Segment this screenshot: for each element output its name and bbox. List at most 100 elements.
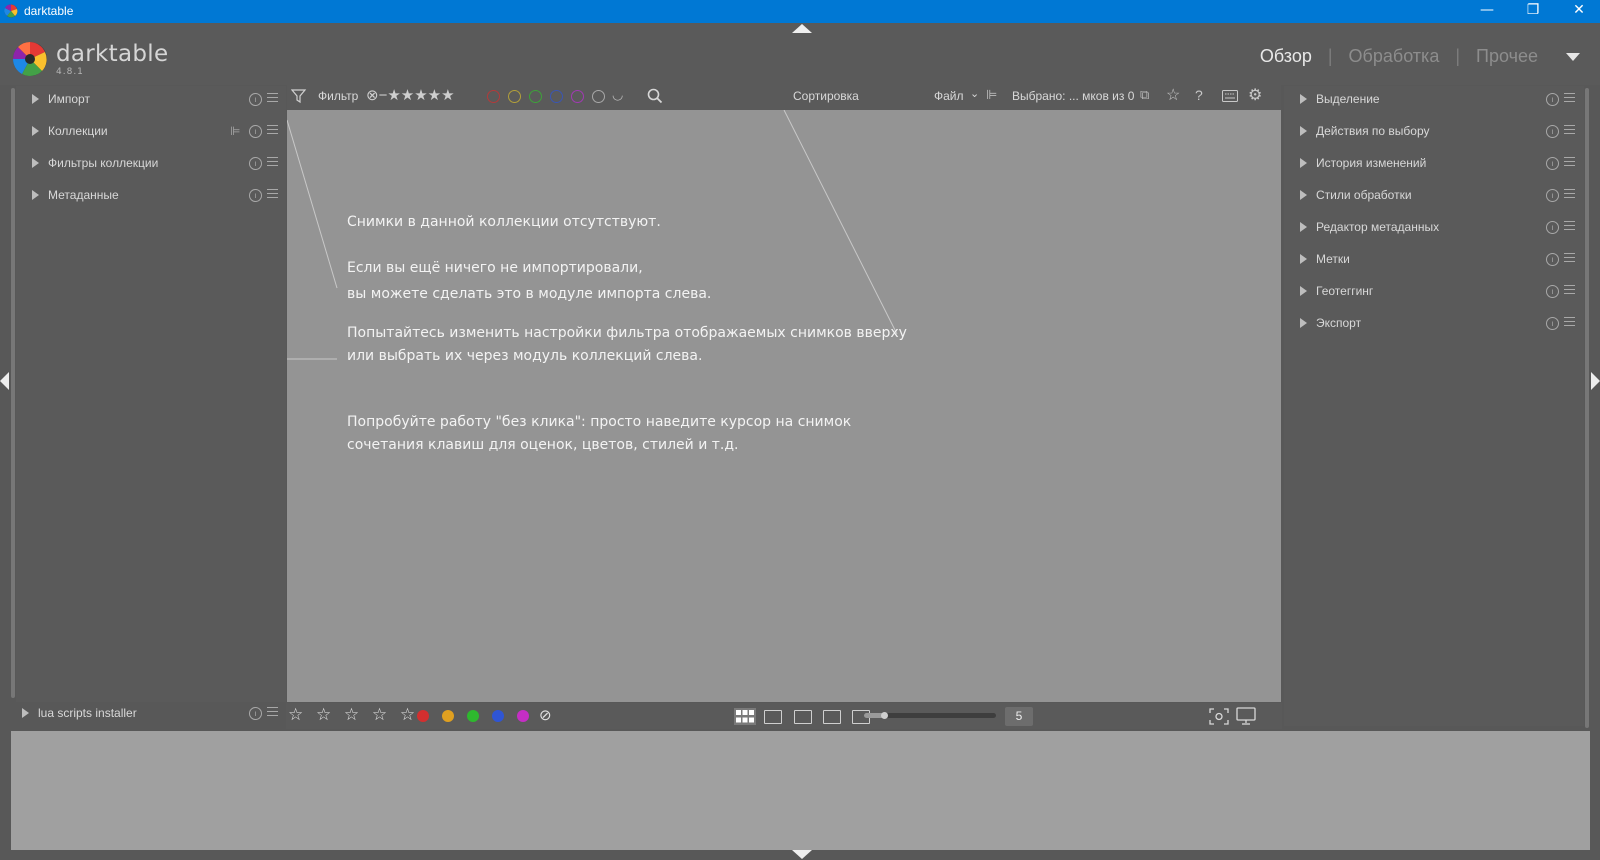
- module-styles[interactable]: Стили обработки ı: [1284, 184, 1584, 208]
- module-lua-scripts-installer[interactable]: lua scripts installer ı: [6, 702, 286, 726]
- presets-icon[interactable]: [267, 707, 278, 717]
- reset-icon[interactable]: ı: [1546, 189, 1559, 202]
- keyboard-icon[interactable]: [1222, 90, 1238, 102]
- help-icon[interactable]: ?: [1195, 87, 1203, 103]
- collapse-right-panel-icon[interactable]: [1591, 372, 1600, 390]
- reset-icon[interactable]: ı: [1546, 157, 1559, 170]
- gear-icon[interactable]: ⚙: [1248, 85, 1262, 105]
- module-select[interactable]: Выделение ı: [1284, 88, 1584, 112]
- darktable-app-icon: [4, 4, 18, 18]
- presets-icon[interactable]: [1564, 253, 1575, 263]
- module-selected-images[interactable]: Действия по выбору ı: [1284, 120, 1584, 144]
- reset-icon[interactable]: ı: [1546, 93, 1559, 106]
- color-filter-blue[interactable]: [550, 90, 563, 103]
- reset-icon[interactable]: ı: [249, 125, 262, 138]
- presets-icon[interactable]: [1564, 285, 1575, 295]
- view-other[interactable]: Прочее: [1476, 46, 1538, 67]
- left-panel-scrollbar[interactable]: [11, 88, 15, 698]
- color-filter-green[interactable]: [529, 90, 542, 103]
- color-filter-red[interactable]: [487, 90, 500, 103]
- reset-icon[interactable]: ı: [249, 93, 262, 106]
- reset-icon[interactable]: ı: [249, 157, 262, 170]
- module-import[interactable]: Импорт ı: [16, 88, 286, 112]
- reset-icon[interactable]: ı: [1546, 125, 1559, 138]
- module-label: Фильтры коллекции: [48, 156, 159, 170]
- view-lighttable[interactable]: Обзор: [1260, 46, 1312, 67]
- module-history-stack[interactable]: История изменений ı: [1284, 152, 1584, 176]
- zoom-slider[interactable]: [864, 712, 996, 719]
- rating-filter[interactable]: ⊗−★★★★★: [366, 86, 455, 104]
- filemanager-layout-icon[interactable]: [734, 708, 756, 725]
- module-metadata[interactable]: Метаданные ı: [16, 184, 286, 208]
- color-filter-yellow[interactable]: [508, 90, 521, 103]
- module-collections[interactable]: Коллекции ⊫ ı: [16, 120, 286, 144]
- color-filter-mode-icon[interactable]: ◡: [612, 87, 623, 103]
- presets-icon[interactable]: [267, 157, 278, 167]
- grouping-icon[interactable]: ⧉: [1140, 87, 1149, 103]
- presets-icon[interactable]: [1564, 157, 1575, 167]
- module-export[interactable]: Экспорт ı: [1284, 312, 1584, 336]
- module-metadata-editor[interactable]: Редактор метаданных ı: [1284, 216, 1584, 240]
- presets-icon[interactable]: [267, 189, 278, 199]
- star-rating-buttons[interactable]: ☆ ☆ ☆ ☆ ☆: [288, 705, 419, 725]
- reset-icon[interactable]: ı: [1546, 253, 1559, 266]
- right-panel-scrollbar[interactable]: [1585, 88, 1589, 728]
- module-geotagging[interactable]: Геотеггинг ı: [1284, 280, 1584, 304]
- sort-select[interactable]: Файл: [934, 89, 964, 103]
- expand-icon: [1300, 190, 1307, 200]
- minimize-button[interactable]: —: [1464, 0, 1510, 23]
- collapse-bottom-panel-icon[interactable]: [792, 850, 812, 859]
- color-label-green[interactable]: [467, 710, 479, 722]
- focus-peaking-icon[interactable]: [1209, 708, 1229, 725]
- module-tagging[interactable]: Метки ı: [1284, 248, 1584, 272]
- reset-icon[interactable]: ı: [1546, 317, 1559, 330]
- reset-icon[interactable]: ı: [249, 189, 262, 202]
- zoom-entry[interactable]: 5: [1005, 707, 1033, 726]
- filter-label: Фильтр: [318, 89, 359, 103]
- color-label-yellow[interactable]: [442, 710, 454, 722]
- collapse-left-panel-icon[interactable]: [0, 372, 9, 390]
- view-darkroom[interactable]: Обработка: [1349, 46, 1440, 67]
- window-title: darktable: [24, 4, 74, 18]
- presets-icon[interactable]: [1564, 189, 1575, 199]
- expand-icon: [1300, 222, 1307, 232]
- history-icon[interactable]: ⊫: [230, 124, 240, 138]
- display-profile-icon[interactable]: [1236, 707, 1256, 725]
- module-label: Геотеггинг: [1316, 284, 1374, 298]
- culling-fixed-layout-icon[interactable]: [794, 710, 812, 724]
- views-dropdown-icon[interactable]: [1566, 53, 1580, 61]
- close-button[interactable]: ✕: [1556, 0, 1600, 23]
- reset-icon[interactable]: ı: [1546, 221, 1559, 234]
- expand-icon: [1300, 158, 1307, 168]
- color-label-blue[interactable]: [492, 710, 504, 722]
- zoom-slider-handle[interactable]: [881, 712, 888, 719]
- culling-dynamic-layout-icon[interactable]: [823, 710, 841, 724]
- clear-color-labels-icon[interactable]: ⊘: [539, 706, 552, 724]
- color-filter-purple[interactable]: [571, 90, 584, 103]
- search-icon[interactable]: [647, 88, 663, 104]
- presets-icon[interactable]: [1564, 93, 1575, 103]
- reset-icon[interactable]: ı: [249, 707, 262, 720]
- zoomable-layout-icon[interactable]: [764, 710, 782, 724]
- module-label: Экспорт: [1316, 316, 1362, 330]
- view-switcher: Обзор | Обработка | Прочее: [1260, 46, 1538, 67]
- import-hint: Если вы ещё ничего не импортировали, вы …: [347, 260, 712, 302]
- star-overlay-icon[interactable]: ☆: [1166, 85, 1180, 105]
- presets-icon[interactable]: [267, 125, 278, 135]
- collapse-top-panel-icon[interactable]: [792, 24, 812, 33]
- filter-icon[interactable]: [291, 88, 307, 104]
- color-filter-gray[interactable]: [592, 90, 605, 103]
- sort-order-icon[interactable]: ⊫: [986, 87, 997, 103]
- maximize-button[interactable]: ❐: [1510, 0, 1556, 23]
- reset-icon[interactable]: ı: [1546, 285, 1559, 298]
- color-label-red[interactable]: [417, 710, 429, 722]
- presets-icon[interactable]: [1564, 221, 1575, 231]
- expand-icon: [32, 126, 39, 136]
- chevron-down-icon[interactable]: ⌄: [970, 87, 979, 100]
- presets-icon[interactable]: [1564, 317, 1575, 327]
- presets-icon[interactable]: [267, 93, 278, 103]
- module-collection-filters[interactable]: Фильтры коллекции ı: [16, 152, 286, 176]
- filmstrip[interactable]: [11, 731, 1590, 850]
- presets-icon[interactable]: [1564, 125, 1575, 135]
- color-label-purple[interactable]: [517, 710, 529, 722]
